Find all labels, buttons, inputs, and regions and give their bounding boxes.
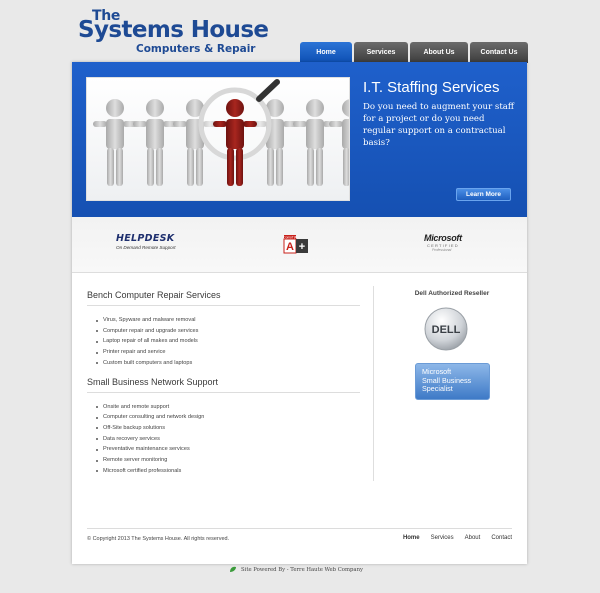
powered-by[interactable]: Site Powered By - Terre Haute Web Compan…: [229, 566, 363, 573]
list-item: Onsite and remote support: [96, 402, 360, 413]
mssb-line-3: Specialist: [422, 384, 453, 393]
list-item: Virus, Spyware and malware removal: [96, 315, 360, 326]
services-column: Bench Computer Repair Services Virus, Sp…: [87, 290, 360, 476]
list-item: Computer repair and upgrade services: [96, 326, 360, 337]
list-item: Data recovery services: [96, 434, 360, 445]
helpdesk-logo-title: HELPDESK: [116, 233, 175, 244]
logo-line-main: Systems House: [78, 17, 269, 43]
list-item: Preventative maintenance services: [96, 444, 360, 455]
hero-banner: I.T. Staffing Services Do you need to au…: [72, 62, 527, 217]
hero-title: I.T. Staffing Services: [363, 79, 500, 96]
network-support-heading: Small Business Network Support: [87, 377, 360, 393]
bench-repair-heading: Bench Computer Repair Services: [87, 290, 360, 306]
helpdesk-logo[interactable]: HELPDESK On Demand Remote Support: [116, 233, 186, 253]
main-nav: Home Services About Us Contact Us: [300, 42, 530, 64]
footer-link-home[interactable]: Home: [403, 535, 420, 541]
leaf-icon: [230, 566, 236, 572]
hero-description: Do you need to augment your staff for a …: [363, 102, 514, 148]
microsoft-small-business-badge[interactable]: Microsoft Small Business Specialist: [415, 363, 490, 400]
copyright-text: © Copyright 2013 The Systems House. All …: [87, 536, 230, 542]
reseller-sidebar: Dell Authorized Reseller DELL Microsoft …: [378, 290, 526, 400]
list-item: Custom built computers and laptops: [96, 358, 360, 369]
nav-tab-home[interactable]: Home: [300, 42, 352, 63]
professional-text: Professional: [432, 248, 452, 252]
nav-tab-about-us[interactable]: About Us: [410, 42, 468, 63]
list-item: Remote server monitoring: [96, 455, 360, 466]
svg-text:A: A: [286, 241, 294, 253]
svg-text:+: +: [299, 241, 305, 253]
nav-tab-services[interactable]: Services: [354, 42, 408, 63]
network-support-list: Onsite and remote support Computer consu…: [96, 402, 360, 477]
footer-link-services[interactable]: Services: [431, 535, 454, 541]
microsoft-wordmark: Microsoft: [424, 233, 462, 243]
staffing-hero-image: [86, 77, 350, 201]
comptia-a-plus-logo: CompTIA A +: [282, 233, 318, 255]
list-item: Laptop repair of all makes and models: [96, 336, 360, 347]
page-footer: © Copyright 2013 The Systems House. All …: [87, 528, 512, 546]
dell-logo-icon: DELL: [424, 307, 468, 351]
powered-by-text: Site Powered By - Terre Haute Web Compan…: [241, 566, 363, 573]
dell-logo[interactable]: DELL: [423, 306, 469, 352]
bench-repair-list: Virus, Spyware and malware removal Compu…: [96, 315, 360, 369]
comptia-badge-icon: CompTIA A +: [283, 235, 308, 254]
page-container: I.T. Staffing Services Do you need to au…: [72, 62, 527, 564]
column-divider: [373, 286, 374, 481]
list-item: Computer consulting and network design: [96, 412, 360, 423]
dell-logo-text: DELL: [432, 324, 461, 336]
people-magnifier-illustration: [93, 79, 349, 186]
list-item: Microsoft certified professionals: [96, 466, 360, 477]
logo-line-sub: Computers & Repair: [136, 43, 256, 55]
partner-logos-strip: HELPDESK On Demand Remote Support CompTI…: [72, 217, 527, 273]
footer-link-about[interactable]: About: [465, 535, 481, 541]
microsoft-certified-logo: Microsoft CERTIFIED Professional: [424, 233, 484, 255]
footer-nav: Home Services About Contact: [392, 535, 512, 541]
helpdesk-logo-subtitle: On Demand Remote Support: [116, 245, 176, 250]
list-item: Printer repair and service: [96, 347, 360, 358]
footer-link-contact[interactable]: Contact: [491, 535, 512, 541]
site-logo[interactable]: The Systems House Computers & Repair: [78, 8, 278, 58]
list-item: Off-Site backup solutions: [96, 423, 360, 434]
learn-more-button[interactable]: Learn More: [456, 188, 511, 201]
reseller-heading: Dell Authorized Reseller: [414, 290, 490, 297]
nav-tab-contact-us[interactable]: Contact Us: [470, 42, 528, 63]
